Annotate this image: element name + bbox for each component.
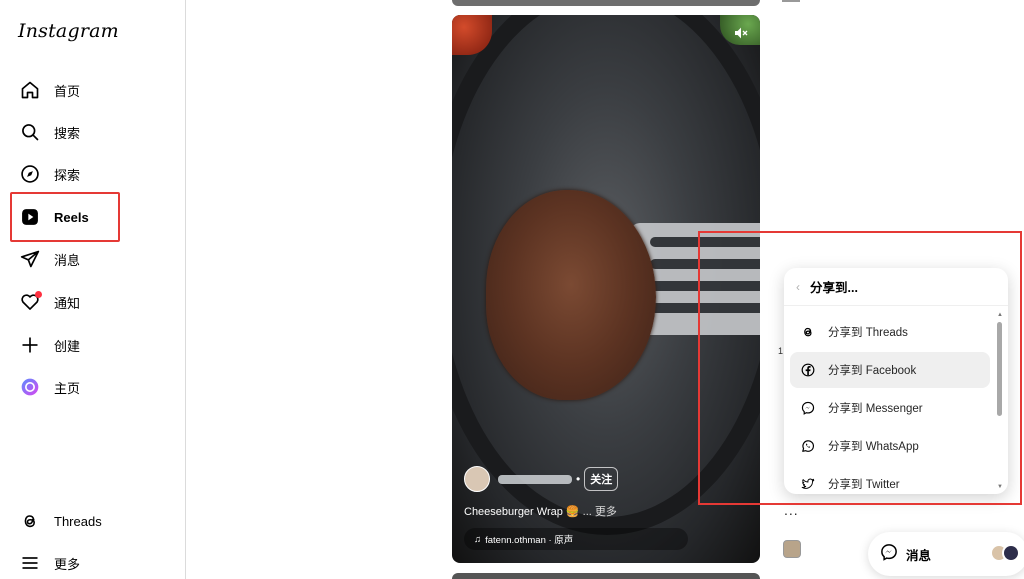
caption-more-link[interactable]: ... 更多 <box>583 506 617 518</box>
author-row: • 关注 <box>464 466 619 492</box>
next-reel-edge <box>452 573 760 579</box>
messages-dock[interactable]: 消息 <box>868 532 1024 576</box>
menu-icon <box>18 551 42 575</box>
search-icon <box>18 120 42 144</box>
send-icon <box>18 247 42 271</box>
sidebar-item-label: 搜索 <box>54 125 81 141</box>
sidebar-item-notifications[interactable]: 通知 <box>12 282 178 322</box>
sidebar-item-messages[interactable]: 消息 <box>12 239 178 279</box>
reel-caption: Cheeseburger Wrap 🍔 ... 更多 <box>464 503 617 519</box>
instagram-logo[interactable]: Instagram <box>18 20 119 42</box>
sidebar-item-label: 首页 <box>54 83 81 99</box>
audio-label: fatenn.othman · 原声 <box>485 535 574 546</box>
sidebar-item-home[interactable]: 首页 <box>12 70 178 110</box>
audio-thumbnail[interactable] <box>783 540 801 558</box>
previous-reel-edge <box>452 0 760 6</box>
caption-text: Cheeseburger Wrap 🍔 <box>464 506 580 518</box>
sidebar-item-label: Threads <box>54 513 102 529</box>
sidebar-item-threads[interactable]: Threads <box>12 501 178 541</box>
sidebar-item-search[interactable]: 搜索 <box>12 112 178 152</box>
compass-icon <box>18 162 42 186</box>
burger-patty <box>486 190 656 400</box>
sidebar-item-explore[interactable]: 探索 <box>12 154 178 194</box>
mute-icon[interactable] <box>732 25 750 43</box>
sidebar-item-profile[interactable]: 主页 <box>12 367 178 407</box>
sidebar-item-label: 消息 <box>54 252 81 268</box>
annotation-highlight-reels <box>10 192 120 242</box>
sidebar-item-label: 创建 <box>54 338 81 354</box>
messages-dock-label: 消息 <box>906 548 932 563</box>
heart-icon <box>18 290 42 314</box>
plus-icon <box>18 333 42 357</box>
profile-avatar-icon <box>18 375 42 399</box>
side-action-edge <box>782 0 800 2</box>
author-avatar[interactable] <box>464 466 490 492</box>
sidebar-item-create[interactable]: 创建 <box>12 325 178 365</box>
annotation-highlight-share-menu <box>698 231 1022 505</box>
audio-attribution[interactable]: ♫ fatenn.othman · 原声 <box>464 528 688 550</box>
messenger-icon <box>880 543 898 566</box>
follow-button[interactable]: 关注 <box>584 467 619 491</box>
sidebar-item-label: 通知 <box>54 295 81 311</box>
sidebar-item-label: 主页 <box>54 380 81 396</box>
home-icon <box>18 78 42 102</box>
avatar <box>1002 544 1020 562</box>
sidebar-item-more[interactable]: 更多 <box>12 543 178 579</box>
threads-icon <box>18 509 42 533</box>
sidebar: Instagram 首页 搜索 探索 Reels 消息 通知 创建 主页 Thr… <box>0 0 186 579</box>
sidebar-item-label: 探索 <box>54 167 81 183</box>
author-name-blurred[interactable] <box>498 474 572 484</box>
messages-avatars <box>990 544 1020 562</box>
music-note-icon: ♫ <box>474 533 482 545</box>
notification-badge <box>35 291 42 298</box>
sidebar-item-label: 更多 <box>54 556 81 572</box>
